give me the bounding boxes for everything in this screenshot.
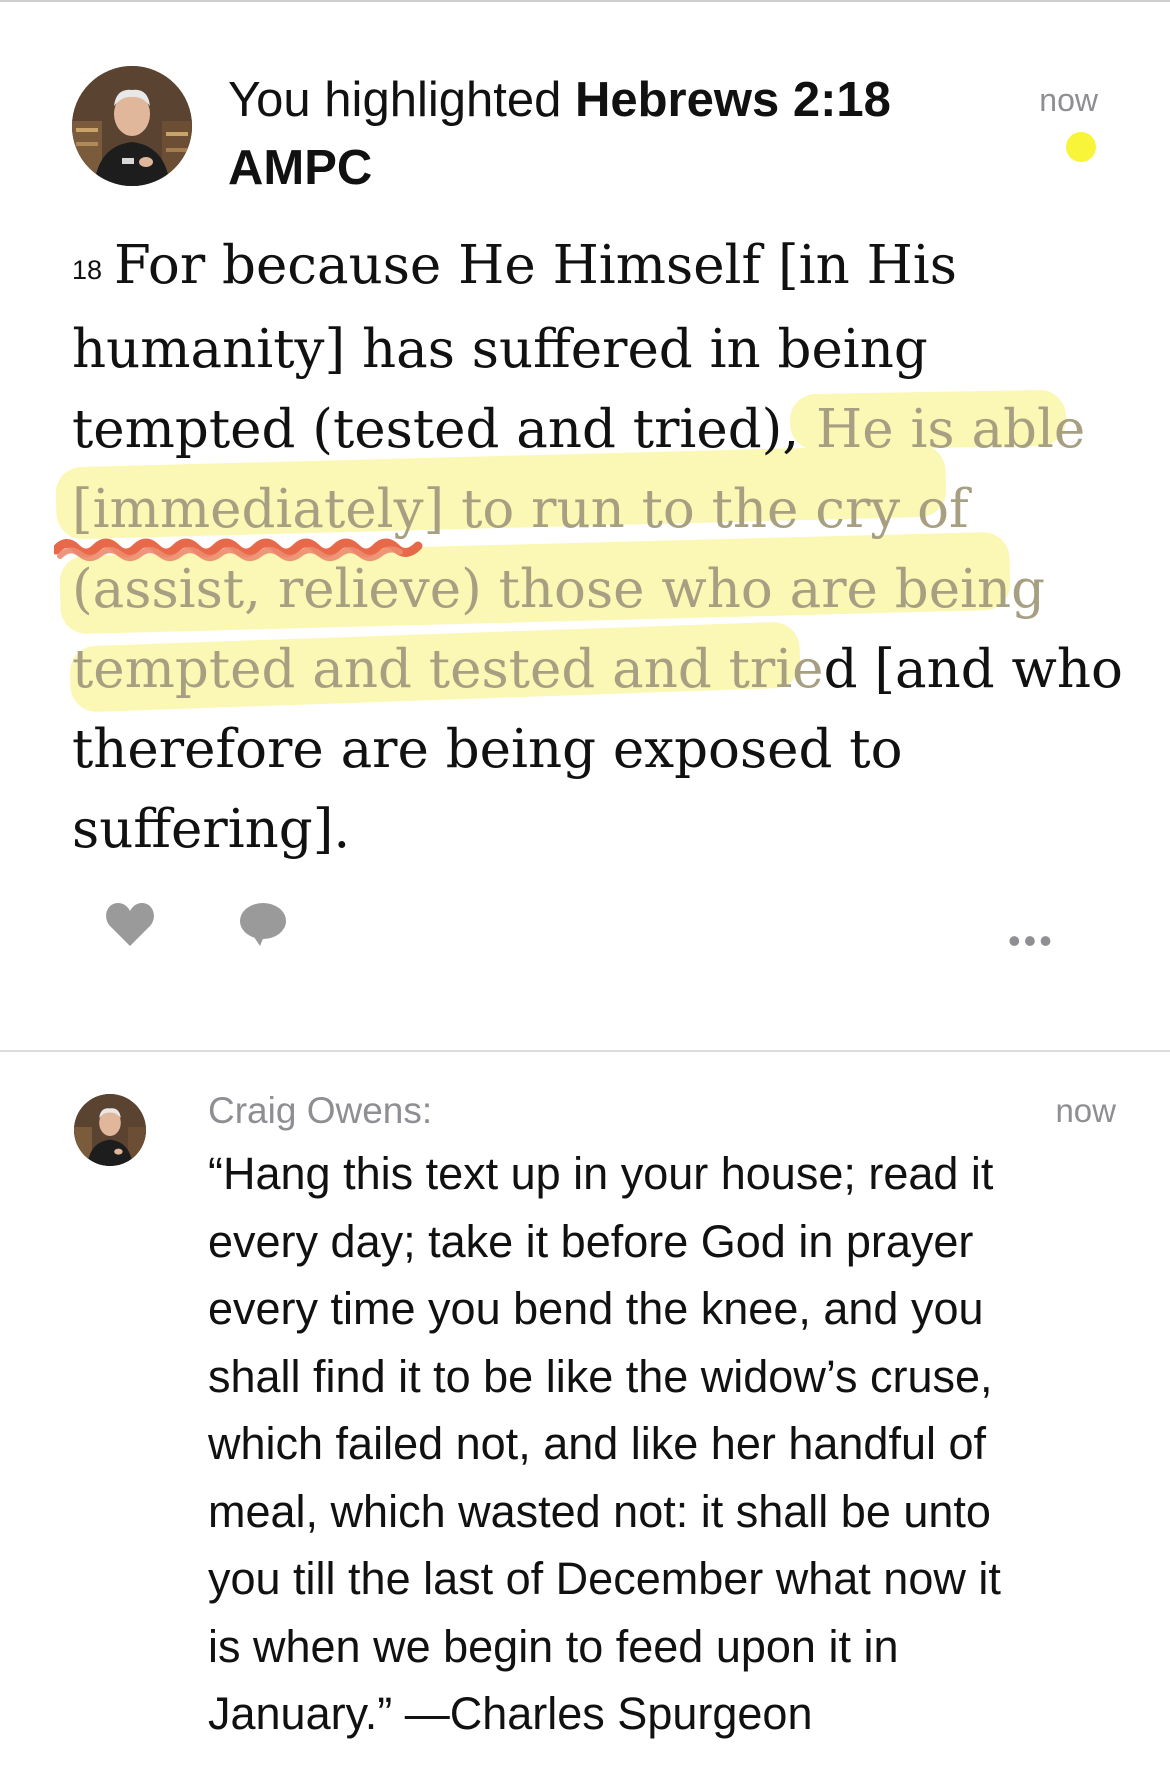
- verse-line: suffering].: [72, 799, 351, 860]
- comment-line: January.” —Charles Spurgeon: [208, 1688, 813, 1739]
- activity-headline: You highlighted Hebrews 2:18 AMPC: [228, 66, 968, 202]
- comment-line: which failed not, and like her handful o…: [208, 1418, 987, 1469]
- verse-line: humanity] has suffered in being: [72, 319, 928, 380]
- activity-timestamp: now: [1039, 82, 1098, 118]
- version-label[interactable]: AMPC: [228, 141, 372, 195]
- highlighted-line: (assist, relieve) those who are being: [72, 559, 1046, 620]
- comment-bubble-icon[interactable]: [238, 900, 288, 950]
- comment-author[interactable]: Craig Owens:: [208, 1090, 432, 1132]
- user-avatar[interactable]: [72, 66, 192, 186]
- highlight-color-dot: [1066, 132, 1096, 162]
- verse-line: 18 For because He Himself [in His: [72, 226, 1092, 310]
- verse-line: therefore are being exposed to: [72, 719, 903, 780]
- comment-line: you till the last of December what now i…: [208, 1553, 1001, 1604]
- highlighted-text: He is able: [816, 399, 1086, 460]
- verse-reference-link[interactable]: Hebrews 2:18: [575, 73, 891, 127]
- section-divider: [0, 1050, 1170, 1052]
- commenter-avatar[interactable]: [74, 1094, 146, 1166]
- comment-text: “Hang this text up in your house; read i…: [208, 1140, 1088, 1748]
- more-options-icon[interactable]: •••: [1008, 920, 1055, 962]
- comment-line: is when we begin to feed upon it in: [208, 1620, 899, 1672]
- comment-line: “Hang this text up in your house; read i…: [208, 1148, 994, 1199]
- verse-line-text: d [and who: [823, 639, 1123, 700]
- verse-line-text: tempted (tested and tried),: [72, 399, 817, 460]
- heart-icon[interactable]: [104, 900, 156, 950]
- verse-line-text: For because He Himself [in His: [114, 235, 957, 296]
- comment-line: every day; take it before God in prayer: [208, 1215, 974, 1267]
- verse-number: 18: [72, 255, 103, 285]
- verse-line: tempted and tested and tried [and who: [72, 630, 1123, 710]
- action-bar: •••: [0, 900, 1170, 970]
- headline-prefix: You highlighted: [228, 73, 562, 127]
- verse-line: tempted (tested and tried), He is able: [72, 390, 1092, 470]
- verse-text[interactable]: 18 For because He Himself [in His humanit…: [72, 226, 1123, 870]
- top-divider: [0, 0, 1170, 2]
- comment-line: every time you bend the knee, and you: [208, 1283, 984, 1334]
- highlighted-line: [immediately] to run to the cry of: [72, 479, 969, 540]
- comment-line: meal, which wasted not: it shall be unto: [208, 1485, 991, 1537]
- comment-line: shall find it to be like the widow’s cru…: [208, 1350, 993, 1402]
- comment-timestamp: now: [1055, 1092, 1116, 1129]
- highlighted-text: tempted and tested and trie: [72, 639, 824, 700]
